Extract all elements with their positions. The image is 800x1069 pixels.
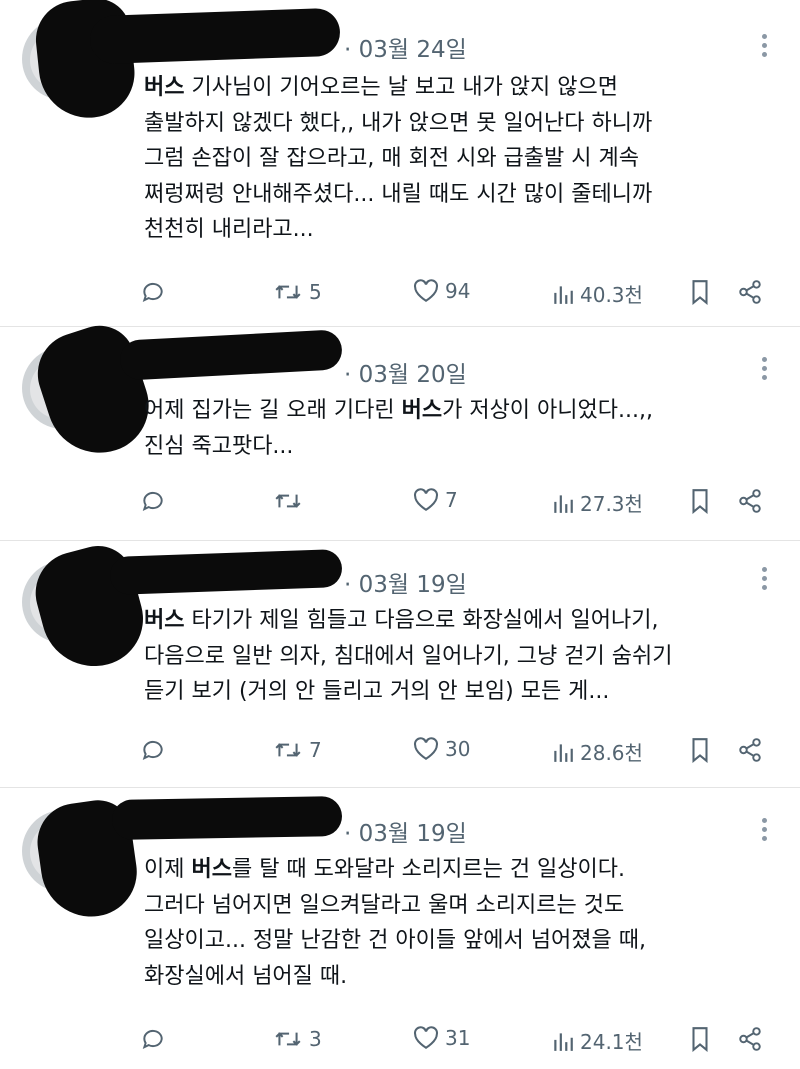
tweet-1[interactable]: · 03월 24일 버스 기사님이 기어오르는 날 보고 내가 앉지 않으면 출… bbox=[0, 0, 800, 325]
tweet-date[interactable]: · 03월 19일 bbox=[344, 814, 467, 848]
views-count: 28.6천 bbox=[580, 741, 643, 765]
tweet-text: 버스 기사님이 기어오르는 날 보고 내가 앉지 않으면 출발하지 않겠다 했다… bbox=[144, 70, 784, 248]
bookmark-button[interactable] bbox=[690, 279, 710, 305]
tweet-date[interactable]: · 03월 24일 bbox=[344, 30, 467, 64]
text-line: 출발하지 않겠다 했다,, 내가 앉으면 못 일어난다 하니까 bbox=[144, 110, 653, 136]
reply-button[interactable] bbox=[140, 737, 166, 763]
views-icon bbox=[554, 285, 573, 304]
bookmark-button[interactable] bbox=[690, 737, 710, 763]
views-icon bbox=[554, 494, 573, 513]
text-line: 다음으로 일반 의자, 침대에서 일어나기, 그냥 걷기 숨쉬기 bbox=[144, 643, 673, 669]
reply-icon bbox=[142, 1029, 163, 1049]
text-line: 화장실에서 넘어질 때. bbox=[144, 963, 348, 989]
retweet-count: 5 bbox=[309, 280, 322, 304]
text-line: 이제 bbox=[144, 857, 192, 882]
tweet-4[interactable]: · 03월 19일 이제 버스를 탈 때 도와달라 소리지르는 건 일상이다. … bbox=[0, 788, 800, 1069]
retweet-button[interactable]: 5 bbox=[273, 279, 322, 305]
views-count: 24.1천 bbox=[580, 1030, 643, 1054]
text-line: 그럼 손잡이 잘 잡으라고, 매 회전 시와 급출발 시 계속 bbox=[144, 146, 639, 171]
highlight-keyword: 버스 bbox=[401, 398, 443, 423]
text-line: 듣기 보기 (거의 안 들리고 거의 안 보임) 모든 게... bbox=[144, 679, 610, 704]
reply-icon bbox=[142, 491, 163, 511]
bookmark-button[interactable] bbox=[690, 1026, 710, 1052]
like-count: 7 bbox=[445, 488, 458, 512]
share-icon bbox=[739, 280, 761, 304]
bookmark-button[interactable] bbox=[690, 488, 710, 514]
redaction bbox=[119, 329, 343, 381]
like-button[interactable]: 31 bbox=[413, 1026, 470, 1050]
share-button[interactable] bbox=[737, 737, 763, 763]
views-button[interactable]: 40.3천 bbox=[552, 279, 643, 308]
redaction bbox=[89, 7, 341, 65]
share-button[interactable] bbox=[737, 279, 763, 305]
highlight-keyword: 버스 bbox=[144, 75, 185, 100]
like-button[interactable]: 7 bbox=[413, 488, 458, 512]
heart-icon bbox=[414, 279, 438, 302]
like-count: 94 bbox=[445, 279, 471, 303]
reply-icon bbox=[142, 740, 163, 760]
views-count: 27.3천 bbox=[580, 492, 643, 516]
retweet-icon bbox=[275, 285, 301, 299]
retweet-button[interactable]: 7 bbox=[273, 737, 322, 763]
tweet-text: 어제 집가는 길 오래 기다린 버스가 저상이 아니었다...,, 진심 죽고팟… bbox=[144, 393, 784, 464]
retweet-count: 7 bbox=[309, 738, 322, 762]
bookmark-icon bbox=[692, 1027, 708, 1052]
heart-icon bbox=[414, 488, 438, 511]
tweet-3[interactable]: · 03월 19일 버스 타기가 제일 힘들고 다음으로 화장실에서 일어나기,… bbox=[0, 538, 800, 786]
like-button[interactable]: 30 bbox=[413, 737, 470, 761]
retweet-icon bbox=[275, 494, 301, 508]
bookmark-icon bbox=[692, 280, 708, 305]
text-line: 가 저상이 아니었다...,, bbox=[442, 398, 653, 423]
retweet-button[interactable]: 3 bbox=[273, 1026, 322, 1052]
reply-button[interactable] bbox=[140, 488, 166, 514]
more-icon[interactable] bbox=[762, 567, 768, 594]
text-line: 쩌렁쩌렁 안내해주셨다... 내릴 때도 시간 많이 줄테니까 bbox=[144, 181, 653, 207]
reply-button[interactable] bbox=[140, 279, 166, 305]
views-count: 40.3천 bbox=[580, 283, 643, 307]
reply-icon bbox=[142, 282, 163, 302]
like-count: 31 bbox=[445, 1026, 471, 1050]
text-line: 그러다 넘어지면 일으켜달라고 울며 소리지르는 것도 bbox=[144, 892, 625, 918]
retweet-count: 3 bbox=[309, 1027, 322, 1051]
retweet-icon bbox=[275, 1032, 301, 1046]
share-button[interactable] bbox=[737, 488, 763, 514]
views-button[interactable]: 28.6천 bbox=[552, 737, 643, 766]
like-button[interactable]: 94 bbox=[413, 279, 470, 303]
tweet-2[interactable]: · 03월 20일 어제 집가는 길 오래 기다린 버스가 저상이 아니었다..… bbox=[0, 316, 800, 540]
views-icon bbox=[554, 743, 573, 762]
share-button[interactable] bbox=[737, 1026, 763, 1052]
text-line: 타기가 제일 힘들고 다음으로 화장실에서 일어나기, bbox=[184, 608, 659, 633]
views-button[interactable]: 27.3천 bbox=[552, 488, 643, 517]
text-line: 천천히 내리라고... bbox=[144, 217, 314, 242]
tweet-text: 버스 타기가 제일 힘들고 다음으로 화장실에서 일어나기, 다음으로 일반 의… bbox=[144, 603, 784, 710]
reply-button[interactable] bbox=[140, 1026, 166, 1052]
text-line: 일상이고... 정말 난감한 건 아이들 앞에서 넘어졌을 때, bbox=[144, 928, 646, 953]
heart-icon bbox=[414, 737, 438, 760]
text-line: 진심 죽고팟다... bbox=[144, 433, 294, 459]
retweet-button[interactable] bbox=[273, 488, 309, 514]
bookmark-icon bbox=[692, 489, 708, 514]
more-icon[interactable] bbox=[762, 818, 768, 845]
share-icon bbox=[739, 489, 761, 513]
highlight-keyword: 버스 bbox=[191, 857, 232, 882]
more-icon[interactable] bbox=[762, 34, 768, 61]
tweet-date[interactable]: · 03월 19일 bbox=[344, 565, 467, 599]
tweet-text: 이제 버스를 탈 때 도와달라 소리지르는 건 일상이다. 그러다 넘어지면 일… bbox=[144, 852, 784, 994]
redaction bbox=[109, 548, 343, 596]
views-button[interactable]: 24.1천 bbox=[552, 1026, 643, 1055]
tweet-date[interactable]: · 03월 20일 bbox=[344, 355, 467, 389]
text-line: 어제 집가는 길 오래 기다린 bbox=[144, 398, 402, 423]
share-icon bbox=[739, 738, 761, 762]
share-icon bbox=[739, 1027, 761, 1051]
highlight-keyword: 버스 bbox=[144, 608, 185, 633]
text-line: 를 탈 때 도와달라 소리지르는 건 일상이다. bbox=[231, 857, 626, 882]
redaction bbox=[111, 795, 343, 841]
like-count: 30 bbox=[445, 737, 471, 761]
more-icon[interactable] bbox=[762, 357, 768, 384]
views-icon bbox=[554, 1032, 573, 1051]
retweet-icon bbox=[275, 743, 301, 757]
bookmark-icon bbox=[692, 738, 708, 763]
text-line: 기사님이 기어오르는 날 보고 내가 앉지 않으면 bbox=[184, 75, 618, 100]
heart-icon bbox=[414, 1026, 438, 1049]
